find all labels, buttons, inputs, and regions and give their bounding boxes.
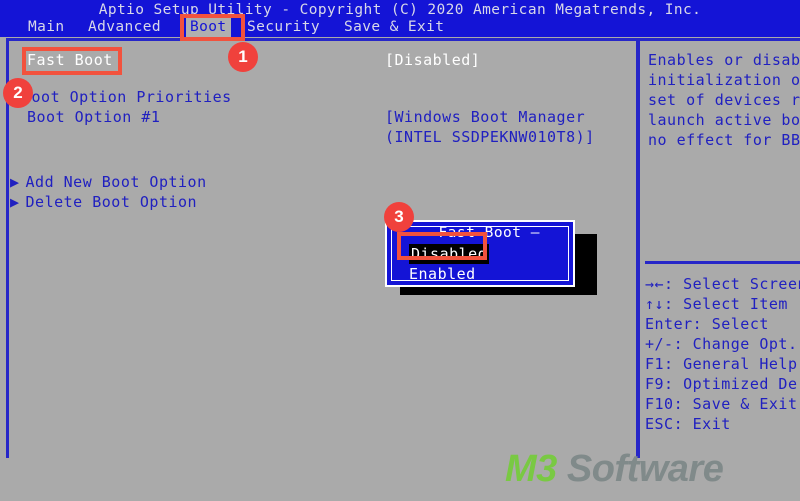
watermark-brand: M3 <box>505 448 557 490</box>
annotation-box-disabled-option <box>397 232 487 260</box>
menu-item-main[interactable]: Main <box>24 18 69 37</box>
legend-save-exit: F10: Save & Exit <box>645 395 798 413</box>
annotation-box-fast-boot <box>22 47 122 75</box>
help-text-line-1: Enables or disab <box>648 51 800 69</box>
page-title: Aptio Setup Utility - Copyright (C) 2020… <box>98 2 702 18</box>
help-text-line-5: no effect for BB <box>648 131 800 149</box>
annotation-badge-3: 3 <box>384 202 414 232</box>
help-legend-separator <box>645 261 800 264</box>
watermark-suffix: Software <box>556 448 724 490</box>
legend-change-opt: +/-: Change Opt. <box>645 335 798 353</box>
annotation-badge-2: 2 <box>3 78 33 108</box>
legend-select-screen: →←: Select Screen <box>645 275 800 293</box>
bios-setup-screen: Aptio Setup Utility - Copyright (C) 2020… <box>0 0 800 501</box>
title-bar: Aptio Setup Utility - Copyright (C) 2020… <box>0 0 800 37</box>
legend-enter-select: Enter: Select <box>645 315 769 333</box>
legend-select-item: ↑↓: Select Item <box>645 295 788 313</box>
setting-boot-option-1-value-line1[interactable]: [Windows Boot Manager <box>385 107 585 127</box>
annotation-badge-1: 1 <box>228 42 258 72</box>
section-boot-option-priorities: Boot Option Priorities <box>22 88 232 106</box>
setting-fast-boot-value[interactable]: [Disabled] <box>385 50 480 70</box>
menu-item-advanced[interactable]: Advanced <box>84 18 165 37</box>
help-text-line-4: launch active bo <box>648 111 800 129</box>
add-new-boot-option-label: Add New Boot Option <box>25 173 207 191</box>
legend-esc-exit: ESC: Exit <box>645 415 731 433</box>
menu-entry-delete-boot-option[interactable]: ▶ Delete Boot Option <box>10 192 197 212</box>
panel-divider <box>636 38 640 458</box>
triangle-right-icon: ▶ <box>10 193 20 211</box>
setting-boot-option-1-label[interactable]: Boot Option #1 <box>27 107 160 127</box>
popup-title-dash-right: — <box>530 225 540 241</box>
legend-general-help: F1: General Help <box>645 355 798 373</box>
watermark: M3 Software <box>505 448 724 491</box>
menu-item-security[interactable]: Security <box>243 18 324 37</box>
legend-optimized-defaults: F9: Optimized De <box>645 375 798 393</box>
menu-item-save-exit[interactable]: Save & Exit <box>340 18 448 37</box>
triangle-right-icon: ▶ <box>10 173 20 191</box>
menu-entry-add-new-boot-option[interactable]: ▶ Add New Boot Option <box>10 172 207 192</box>
frame-top-border <box>6 38 800 41</box>
help-text-line-2: initialization o <box>648 71 800 89</box>
help-text-line-3: set of devices r <box>648 91 800 109</box>
annotation-box-boot-tab <box>180 14 245 41</box>
popup-option-enabled[interactable]: Enabled <box>409 264 476 284</box>
delete-boot-option-label: Delete Boot Option <box>25 193 198 211</box>
setting-boot-option-1-value-line2[interactable]: (INTEL SSDPEKNW010T8)] <box>385 127 595 147</box>
menu-bar: Main Advanced Boot Security Save & Exit <box>0 18 800 37</box>
